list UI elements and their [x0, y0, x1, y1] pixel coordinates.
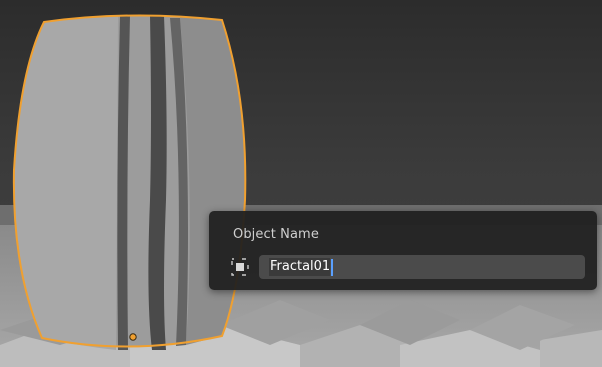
object-data-icon: [231, 258, 249, 276]
object-name-field[interactable]: Fractal01: [259, 255, 585, 279]
text-cursor: [331, 258, 334, 276]
rename-object-popup: Object Name Fractal01: [209, 211, 597, 290]
popup-title: Object Name: [233, 227, 319, 242]
3d-viewport[interactable]: Object Name Fractal01: [0, 0, 602, 367]
object-name-value: Fractal01: [269, 258, 331, 276]
fractal-object[interactable]: [12, 14, 247, 350]
viewport-scene: [0, 0, 602, 367]
object-origin-icon: [129, 333, 137, 341]
